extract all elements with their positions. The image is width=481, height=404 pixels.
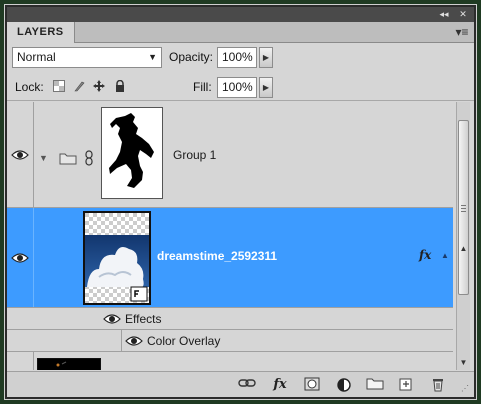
layer-thumbnail[interactable] [37, 358, 101, 370]
fill-label: Fill: [193, 80, 212, 94]
scrollbar-grip [461, 208, 466, 209]
fx-icon[interactable]: fx [271, 377, 289, 393]
visibility-cell[interactable] [7, 352, 34, 370]
collapse-icon[interactable]: ◂◂ [438, 9, 450, 20]
layer-thumbnail[interactable] [83, 211, 151, 305]
scroll-down-arrow-icon[interactable]: ▼ [457, 357, 470, 369]
effects-row[interactable]: Effects [7, 308, 453, 330]
disclosure-triangle-icon[interactable]: ▼ [39, 153, 48, 163]
folder-icon [59, 153, 77, 165]
silhouette-mask-image [109, 113, 154, 188]
lock-label: Lock: [15, 80, 44, 94]
chain-link-icon[interactable] [85, 150, 93, 166]
fx-badge-icon[interactable]: fx [419, 248, 431, 262]
scrollbar-grip [461, 205, 466, 206]
indent-divider [121, 330, 122, 352]
lock-row: Lock: Fill: 100% ▶ [7, 75, 474, 101]
scroll-up-arrow-icon[interactable]: ▲ [457, 243, 470, 255]
layer-row-partial[interactable] [7, 352, 453, 370]
tab-bar: LAYERS ▾≡ [7, 22, 474, 43]
cloud-image [85, 213, 149, 303]
scrollbar-thumb[interactable] [458, 120, 469, 295]
opacity-input[interactable]: 100% [217, 47, 257, 68]
lock-pixels-icon[interactable] [72, 80, 86, 94]
fill-slider-button[interactable]: ▶ [259, 77, 273, 98]
color-overlay-label[interactable]: Color Overlay [147, 334, 220, 348]
layers-panel: ◂◂ ✕ LAYERS ▾≡ Normal ▼ Opacity: 100% ▶ … [7, 7, 474, 397]
panel-menu-icon[interactable]: ▾≡ [454, 24, 470, 40]
blend-mode-select[interactable]: Normal ▼ [12, 47, 162, 68]
color-overlay-row[interactable]: Color Overlay [7, 330, 453, 352]
lock-transparency-icon[interactable] [52, 80, 66, 94]
layers-list: ▼ Group 1 dreamstime_2592311 fx ▲ Effect… [7, 102, 453, 370]
eye-icon[interactable] [11, 252, 29, 264]
close-icon[interactable]: ✕ [457, 9, 469, 20]
new-layer-icon[interactable] [397, 377, 415, 393]
eye-icon[interactable] [103, 313, 121, 325]
group-mask-thumbnail[interactable] [101, 107, 163, 199]
blend-row: Normal ▼ Opacity: 100% ▶ [7, 45, 474, 71]
effects-toggle-icon[interactable]: ▲ [441, 251, 449, 260]
adjustment-icon[interactable] [335, 377, 353, 393]
eye-icon[interactable] [125, 335, 143, 347]
layer-row-group[interactable]: ▼ Group 1 [7, 102, 453, 208]
lock-all-icon[interactable] [113, 79, 127, 94]
scrollbar-grip [461, 211, 466, 212]
chevron-down-icon: ▼ [148, 52, 157, 62]
layers-scrollbar[interactable]: ▲ ▼ [456, 102, 470, 370]
blend-mode-value: Normal [17, 50, 56, 64]
visibility-cell[interactable] [7, 102, 34, 207]
trash-icon[interactable] [429, 377, 447, 393]
eye-icon[interactable] [11, 149, 29, 161]
fill-input[interactable]: 100% [217, 77, 257, 98]
layer-name[interactable]: Group 1 [173, 148, 216, 162]
opacity-slider-button[interactable]: ▶ [259, 47, 273, 68]
layer-name[interactable]: dreamstime_2592311 [157, 249, 277, 263]
lock-position-icon[interactable] [92, 80, 106, 94]
bottom-toolbar: fx ⋰ [7, 371, 474, 397]
resize-grip-icon[interactable]: ⋰ [461, 384, 469, 393]
dark-image [56, 361, 67, 367]
layer-row-selected[interactable]: dreamstime_2592311 fx ▲ [7, 208, 453, 308]
effects-label[interactable]: Effects [125, 312, 161, 326]
outer-frame: ◂◂ ✕ LAYERS ▾≡ Normal ▼ Opacity: 100% ▶ … [0, 0, 481, 404]
panel-titlebar: ◂◂ ✕ [7, 7, 474, 22]
visibility-cell[interactable] [7, 208, 34, 307]
folder-icon[interactable] [366, 377, 384, 393]
opacity-label: Opacity: [169, 50, 214, 64]
tab-layers[interactable]: LAYERS [7, 22, 75, 43]
mask-icon[interactable] [303, 377, 321, 393]
link-icon[interactable] [238, 377, 256, 393]
